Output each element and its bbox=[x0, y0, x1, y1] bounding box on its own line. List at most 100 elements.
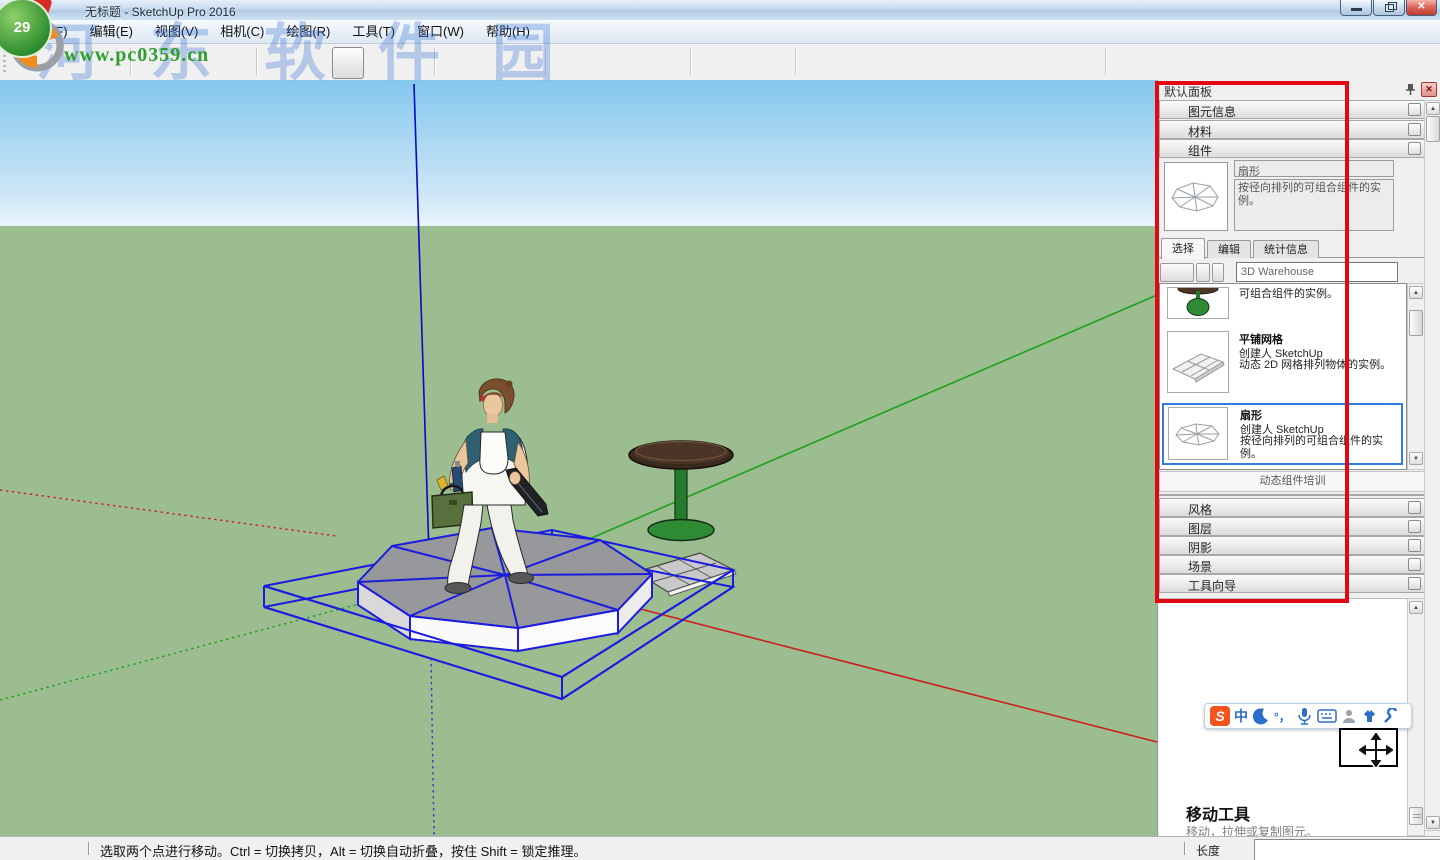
component-name-field[interactable]: 扇形 bbox=[1234, 160, 1394, 177]
punctuation-icon[interactable]: °， bbox=[1274, 708, 1291, 725]
section-scenes[interactable]: 场景 bbox=[1159, 555, 1426, 574]
status-hint: 选取两个点进行移动。Ctrl = 切换拷贝，Alt = 切换自动折叠，按住 Sh… bbox=[100, 841, 586, 860]
menu-tools[interactable]: 工具(T) bbox=[341, 20, 406, 43]
menu-bar: 文件(F) 编辑(E) 视图(V) 相机(C) 绘图(R) 工具(T) 窗口(W… bbox=[0, 20, 1440, 44]
toolbar-grip[interactable] bbox=[3, 50, 6, 74]
pin-icon[interactable] bbox=[1404, 83, 1416, 97]
component-preview-thumbnail bbox=[1164, 162, 1228, 231]
menu-edit[interactable]: 编辑(E) bbox=[79, 20, 144, 43]
instructor-heading: 移动工具 bbox=[1186, 801, 1250, 825]
section-label: 阴影 bbox=[1188, 539, 1212, 556]
list-item-selected[interactable]: 扇形 创建人 SketchUp 按径向排列的可组合组件的实例。 bbox=[1162, 403, 1403, 465]
scrollbar-thumb[interactable] bbox=[1426, 116, 1440, 142]
component-list-scrollbar[interactable]: ▲ ▼ bbox=[1407, 283, 1425, 470]
list-item-thumbnail[interactable] bbox=[1167, 287, 1229, 319]
menu-window[interactable]: 窗口(W) bbox=[406, 20, 475, 43]
section-instructor[interactable]: 工具向导 bbox=[1159, 574, 1426, 593]
entity-info-checkbox[interactable] bbox=[1408, 103, 1421, 116]
panel-divider bbox=[1158, 494, 1427, 496]
component-description-field[interactable]: 按径向排列的可组合组件的实例。 bbox=[1234, 179, 1394, 231]
panel-scrollbar[interactable]: ▲ ▼ bbox=[1424, 100, 1440, 831]
ime-toolbar: S 中 °， bbox=[1204, 703, 1412, 729]
toolbar-button[interactable] bbox=[332, 47, 364, 79]
ground bbox=[0, 226, 1157, 836]
scroll-up-button[interactable]: ▲ bbox=[1409, 286, 1423, 299]
section-materials[interactable]: 材料 bbox=[1159, 120, 1426, 139]
title-bar[interactable]: 无标题 - SketchUp Pro 2016 ✕ bbox=[0, 0, 1440, 21]
table-thumbnail-icon bbox=[1168, 288, 1228, 318]
restore-icon bbox=[1385, 4, 1394, 12]
restore-button[interactable] bbox=[1373, 0, 1405, 16]
component-list: 可组合组件的实例。 平铺网格 创建人 SketchUp 动态 2D 网格排列物体… bbox=[1159, 283, 1407, 470]
layers-checkbox[interactable] bbox=[1408, 520, 1421, 533]
grid-thumbnail-icon bbox=[1168, 332, 1228, 392]
chinese-mode-icon[interactable]: 中 bbox=[1234, 706, 1248, 726]
warehouse-dropdown[interactable]: 3D Warehouse bbox=[1236, 262, 1398, 282]
toolbar-separator bbox=[795, 48, 797, 75]
list-item-description[interactable]: 可组合组件的实例。 bbox=[1239, 288, 1399, 301]
main-toolbar bbox=[0, 44, 1440, 81]
scroll-down-button[interactable]: ▼ bbox=[1409, 452, 1423, 465]
panel-header[interactable]: 默认面板 ✕ bbox=[1158, 80, 1440, 100]
section-components[interactable]: 组件 bbox=[1159, 139, 1426, 158]
instructor-checkbox[interactable] bbox=[1408, 577, 1421, 590]
component-preview: 扇形 按径向排列的可组合组件的实例。 bbox=[1159, 158, 1426, 234]
scroll-up-button[interactable]: ▲ bbox=[1426, 102, 1440, 115]
measurement-input[interactable] bbox=[1254, 839, 1440, 860]
scroll-down-button[interactable]: ▼ bbox=[1426, 816, 1440, 829]
section-label: 风格 bbox=[1188, 501, 1212, 518]
account-icon[interactable] bbox=[1341, 708, 1357, 724]
menu-help[interactable]: 帮助(H) bbox=[475, 20, 541, 43]
list-item-description: 动态 2D 网格排列物体的实例。 bbox=[1239, 359, 1401, 372]
section-styles[interactable]: 风格 bbox=[1159, 498, 1426, 517]
section-entity-info[interactable]: 图元信息 bbox=[1159, 100, 1426, 119]
scrollbar-thumb[interactable] bbox=[1409, 310, 1423, 336]
move-cursor-indicator bbox=[1339, 728, 1398, 767]
viewport-3d[interactable] bbox=[0, 80, 1157, 836]
tab-select[interactable]: 选择 bbox=[1161, 238, 1205, 259]
moon-icon[interactable] bbox=[1252, 707, 1270, 725]
nav-forward-button[interactable] bbox=[1196, 263, 1210, 282]
section-label: 场景 bbox=[1188, 558, 1212, 575]
menu-view[interactable]: 视图(V) bbox=[144, 20, 209, 43]
default-tray-panel: 默认面板 ✕ 图元信息 材料 组件 扇形 bbox=[1157, 80, 1440, 836]
dynamic-components-training-button[interactable]: 动态组件培训 bbox=[1159, 471, 1426, 492]
panel-close-button[interactable]: ✕ bbox=[1421, 82, 1437, 97]
scroll-up-button[interactable]: ▲ bbox=[1409, 601, 1423, 614]
toolbar-separator bbox=[690, 48, 692, 75]
toolbar-separator bbox=[434, 48, 436, 75]
section-label: 工具向导 bbox=[1188, 577, 1236, 594]
in-model-button[interactable] bbox=[1212, 263, 1224, 282]
shadows-checkbox[interactable] bbox=[1408, 539, 1421, 552]
statusbar-grip bbox=[88, 842, 90, 855]
materials-checkbox[interactable] bbox=[1408, 123, 1421, 136]
skin-icon[interactable] bbox=[1361, 708, 1378, 724]
fan-thumbnail-icon bbox=[1169, 408, 1227, 459]
tab-statistics[interactable]: 统计信息 bbox=[1253, 240, 1319, 258]
tab-edit[interactable]: 编辑 bbox=[1207, 240, 1251, 258]
sogou-logo-icon[interactable]: S bbox=[1210, 706, 1230, 726]
styles-checkbox[interactable] bbox=[1408, 501, 1421, 514]
minimize-button[interactable] bbox=[1340, 0, 1372, 16]
toolbar-separator bbox=[1105, 48, 1107, 75]
section-label: 图元信息 bbox=[1188, 103, 1236, 120]
section-shadows[interactable]: 阴影 bbox=[1159, 536, 1426, 555]
menu-draw[interactable]: 绘图(R) bbox=[275, 20, 341, 43]
components-checkbox[interactable] bbox=[1408, 142, 1421, 155]
toolbar-separator bbox=[545, 48, 547, 75]
menu-file[interactable]: 文件(F) bbox=[14, 20, 79, 43]
nav-back-button[interactable] bbox=[1160, 263, 1194, 282]
keyboard-icon[interactable] bbox=[1317, 709, 1337, 723]
close-button[interactable]: ✕ bbox=[1406, 0, 1437, 16]
status-bar: 选取两个点进行移动。Ctrl = 切换拷贝，Alt = 切换自动折叠，按住 Sh… bbox=[0, 836, 1440, 860]
measurement-label: 长度 bbox=[1196, 842, 1220, 859]
thumb-grip bbox=[1413, 814, 1421, 820]
scenes-checkbox[interactable] bbox=[1408, 558, 1421, 571]
menu-camera[interactable]: 相机(C) bbox=[209, 20, 275, 43]
scrollbar-thumb[interactable] bbox=[1409, 807, 1423, 825]
microphone-icon[interactable] bbox=[1295, 707, 1313, 726]
sky bbox=[0, 80, 1157, 226]
section-layers[interactable]: 图层 bbox=[1159, 517, 1426, 536]
wrench-icon[interactable] bbox=[1382, 708, 1398, 724]
list-item-thumbnail[interactable] bbox=[1167, 331, 1229, 393]
